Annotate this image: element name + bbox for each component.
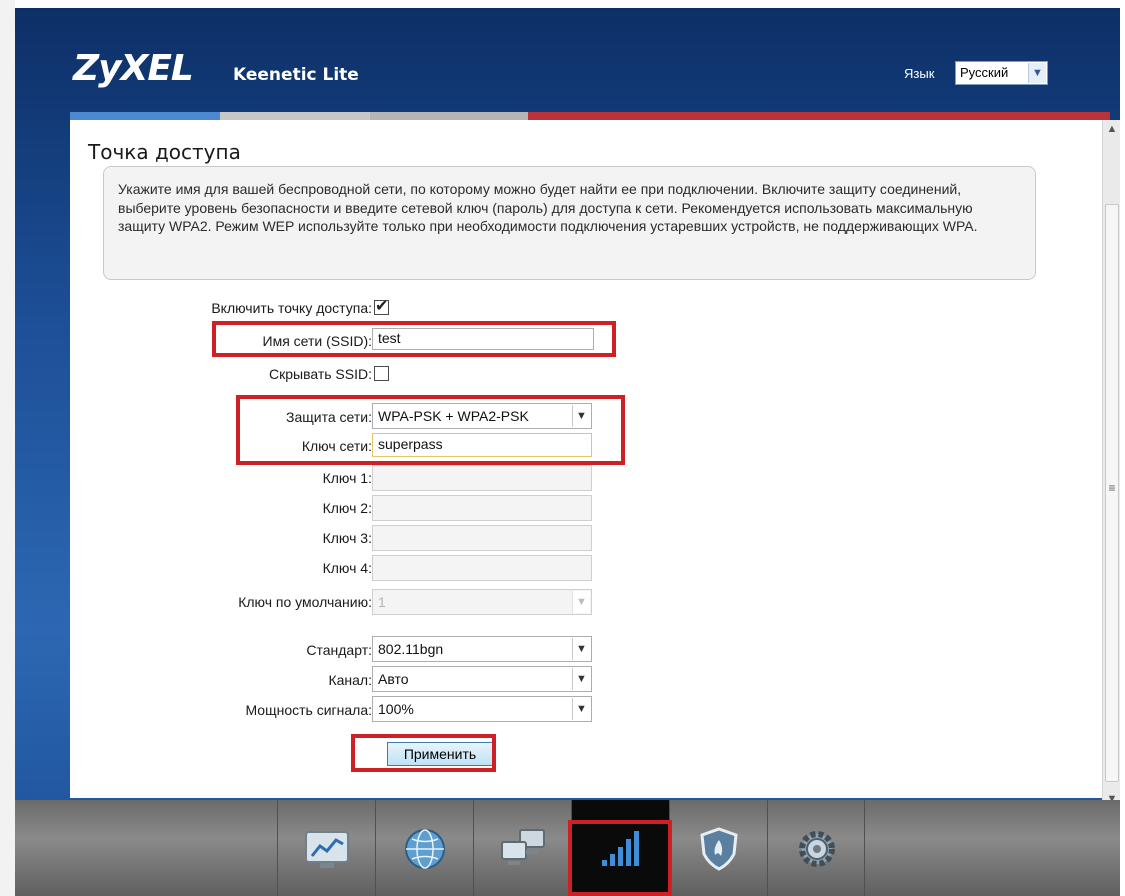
grip-icon: ≡ <box>1108 481 1116 495</box>
key4-label: Ключ 4: <box>322 560 372 576</box>
language-label: Язык <box>904 66 935 81</box>
power-select[interactable]: 100% ▼ <box>372 696 592 722</box>
hide-ssid-label: Скрывать SSID: <box>268 366 372 382</box>
monitor-chart-icon <box>305 831 349 868</box>
power-label: Мощность сигнала: <box>245 702 372 718</box>
gear-icon <box>799 831 835 867</box>
chevron-down-icon: ▼ <box>572 668 590 690</box>
window-frame: ZyXEL Keenetic Lite Язык Русский ▼ Точка… <box>0 0 1125 896</box>
key2-label: Ключ 2: <box>322 500 372 516</box>
router-admin-app: ZyXEL Keenetic Lite Язык Русский ▼ Точка… <box>15 8 1120 896</box>
apply-highlight <box>351 734 496 772</box>
left-edge <box>0 0 15 896</box>
main-panel: Точка доступа Укажите имя для вашей бесп… <box>70 120 1102 798</box>
tab-indicator-1[interactable] <box>70 112 220 120</box>
tab-indicator-2[interactable] <box>220 112 370 120</box>
info-box: Укажите имя для вашей беспроводной сети,… <box>103 166 1036 280</box>
tab-indicator-3[interactable] <box>370 112 528 120</box>
chevron-down-icon: ▼ <box>572 698 590 720</box>
dock-item-security[interactable] <box>669 800 767 896</box>
key3-input[interactable] <box>372 525 592 551</box>
scroll-up-icon[interactable]: ▲ <box>1103 120 1120 138</box>
hide-ssid-checkbox[interactable] <box>374 366 389 381</box>
zyxel-logo: ZyXEL <box>73 48 194 89</box>
bottom-dock <box>15 800 1120 896</box>
wifi-highlight <box>568 820 672 896</box>
enable-ap-checkbox[interactable]: ✔ <box>374 298 389 315</box>
vertical-scrollbar[interactable]: ▲ ≡ ▼ <box>1102 120 1120 808</box>
chevron-down-icon: ▼ <box>572 591 590 613</box>
language-value: Русский <box>960 65 1009 80</box>
network-computers-icon <box>501 829 545 865</box>
key3-label: Ключ 3: <box>322 530 372 546</box>
default-key-label: Ключ по умолчанию: <box>238 594 372 610</box>
page-title: Точка доступа <box>88 140 241 164</box>
standard-value: 802.11bgn <box>378 641 444 657</box>
ssid-highlight <box>212 321 616 357</box>
standard-select[interactable]: 802.11bgn ▼ <box>372 636 592 662</box>
key2-input[interactable] <box>372 495 592 521</box>
channel-select[interactable]: Авто ▼ <box>372 666 592 692</box>
security-highlight <box>236 395 625 465</box>
dock-item-internet[interactable] <box>375 800 473 896</box>
shield-icon <box>700 827 738 871</box>
chevron-down-icon: ▼ <box>572 638 590 660</box>
standard-label: Стандарт: <box>306 642 372 658</box>
dock-item-monitor[interactable] <box>277 800 375 896</box>
checkmark-icon: ✔ <box>375 298 389 315</box>
channel-value: Авто <box>378 671 409 687</box>
default-key-select[interactable]: 1 ▼ <box>372 589 592 615</box>
chevron-down-icon: ▼ <box>1028 63 1046 83</box>
enable-ap-label: Включить точку доступа: <box>211 300 372 316</box>
product-name: Keenetic Lite <box>233 65 359 85</box>
scroll-thumb[interactable]: ≡ <box>1105 204 1119 782</box>
key1-input[interactable] <box>372 465 592 491</box>
key1-label: Ключ 1: <box>322 470 372 486</box>
globe-icon <box>405 829 445 869</box>
channel-label: Канал: <box>328 672 372 688</box>
dock-item-network[interactable] <box>473 800 571 896</box>
power-value: 100% <box>378 701 414 717</box>
default-key-value: 1 <box>378 594 386 610</box>
language-select[interactable]: Русский ▼ <box>955 61 1048 85</box>
key4-input[interactable] <box>372 555 592 581</box>
dock-item-settings[interactable] <box>767 800 865 896</box>
